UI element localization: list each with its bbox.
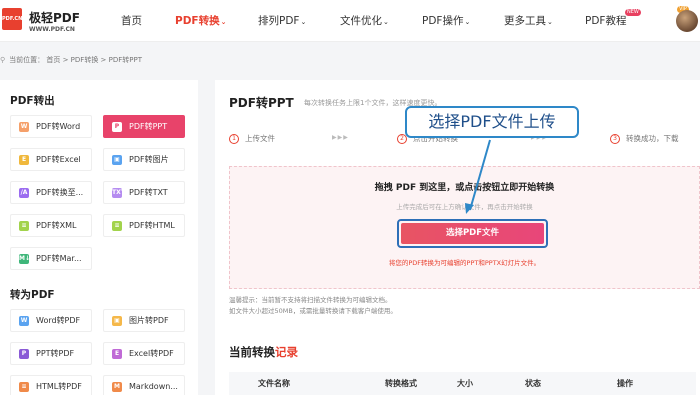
table-header-actions: 操作 [617, 379, 633, 388]
sidebar-item-label: HTML转PDF [36, 382, 82, 391]
file-type-icon: M↓ [19, 253, 30, 264]
table-header-status: 状态 [525, 379, 541, 388]
file-drop-zone[interactable]: 拖拽 PDF 到这里，或点击按钮立即开始转换 上传完成后可在上方确认文件，再点击… [229, 166, 700, 289]
annotation-callout: 选择PDF文件上传 [405, 106, 579, 138]
step-arrows-icon: ▶▶▶ [332, 134, 349, 141]
sidebar-item-label: PDF转Word [36, 122, 81, 131]
sidebar-item[interactable]: E PDF转Excel [10, 148, 92, 171]
logo-icon[interactable]: PDF.CN [2, 8, 22, 30]
logo-url: WWW.PDF.CN [29, 26, 75, 33]
table-header-filename: 文件名称 [258, 379, 290, 388]
logo-name[interactable]: 极轻PDF [29, 9, 80, 26]
choose-pdf-file-label[interactable]: 选择PDF文件 [401, 223, 544, 244]
drop-subtitle: 上传完成后可在上方确认文件，再点击开始转换 [396, 203, 533, 211]
nav-file-optimize[interactable]: 文件优化⌄ [340, 13, 389, 28]
sidebar-item[interactable]: P PPT转PDF [10, 342, 92, 365]
file-type-icon: ≡ [112, 220, 122, 231]
sidebar-item-label: PDF转HTML [129, 221, 175, 230]
chevron-down-icon: ⌄ [547, 18, 553, 26]
file-type-icon: W [19, 315, 29, 326]
drop-note: 将您的PDF转换为可编辑的PPT和PPTX幻灯片文件。 [388, 259, 541, 267]
file-type-icon: TXT [112, 187, 125, 198]
avatar[interactable] [676, 10, 698, 32]
file-type-icon: E [112, 348, 122, 359]
step-download: 3 转换成功，下载 [610, 133, 679, 144]
nav-pdf-convert[interactable]: PDF转换⌄ [175, 13, 226, 28]
sidebar-item[interactable]: ▣ 图片转PDF [103, 309, 185, 332]
sidebar-item[interactable]: W PDF转Word [10, 115, 92, 138]
file-type-icon: ≡ [19, 220, 29, 231]
sidebar-item-label: PDF转Mar... [36, 254, 82, 263]
step-upload: 1 上传文件 [229, 133, 275, 144]
file-type-icon: ▣ [112, 154, 122, 165]
sidebar-item[interactable]: ≡ PDF转XML [10, 214, 92, 237]
file-type-icon: P [19, 348, 29, 359]
records-table-header: 文件名称 转换格式 大小 状态 操作 [229, 372, 696, 395]
sidebar-item[interactable]: M↓ PDF转Mar... [10, 247, 92, 270]
sidebar-section-title: 转为PDF [10, 289, 55, 301]
sidebar-item[interactable]: ≡ PDF转HTML [103, 214, 185, 237]
nav-pdf-tutorial[interactable]: PDF教程 [585, 13, 626, 28]
file-type-icon: E [19, 154, 29, 165]
sidebar-item-label: PDF转PPT [129, 122, 168, 131]
page-title: PDF转PPT [229, 96, 294, 110]
breadcrumb: ⚲ 当前位置： 首页 > PDF转换 > PDF转PPT [0, 56, 142, 64]
file-type-icon: ▣ [112, 315, 122, 326]
sidebar-item[interactable]: ≡ HTML转PDF [10, 375, 92, 395]
sidebar-item[interactable]: W Word转PDF [10, 309, 92, 332]
sidebar-item-label: PDF转Excel [36, 155, 81, 164]
nav-pdf-operations[interactable]: PDF操作⌄ [422, 13, 470, 28]
sidebar-item-label: Excel转PDF [129, 349, 174, 358]
file-type-icon: /A [19, 187, 29, 198]
top-header: PDF.CN 极轻PDF WWW.PDF.CN 首页 PDF转换⌄ 排列PDF⌄… [0, 0, 700, 42]
file-type-icon: W [19, 121, 29, 132]
table-header-size: 大小 [457, 379, 473, 388]
choose-pdf-file-button[interactable]: 选择PDF文件 [397, 219, 548, 248]
sidebar-item[interactable]: TXT PDF转TXT [103, 181, 185, 204]
tip-line: 如文件大小超过50MB，或需批量转换请下载客户端使用。 [229, 307, 397, 315]
nav-arrange-pdf[interactable]: 排列PDF⌄ [258, 13, 306, 28]
tip-line: 温馨提示：当前暂不支持将扫描文件转换为可编辑文档。 [229, 296, 392, 304]
nav-more-tools[interactable]: 更多工具⌄ [504, 13, 553, 28]
sidebar-item[interactable]: ▣ PDF转图片 [103, 148, 185, 171]
new-badge: NEW [625, 9, 641, 16]
file-type-icon: P [112, 121, 122, 132]
location-pin-icon: ⚲ [0, 56, 6, 64]
table-header-format: 转换格式 [385, 379, 417, 388]
sidebar-item[interactable]: E Excel转PDF [103, 342, 185, 365]
sidebar-item-label: PDF转XML [36, 221, 77, 230]
chevron-down-icon: ⌄ [383, 18, 389, 26]
sidebar-item-label: PDF转换至... [36, 188, 84, 197]
sidebar-item-label: PDF转TXT [129, 188, 168, 197]
sidebar-item-label: 图片转PDF [129, 316, 169, 325]
sidebar-item-label: PPT转PDF [36, 349, 75, 358]
sidebar-item[interactable]: P PDF转PPT [103, 115, 185, 138]
sidebar: PDF转出 W PDF转Word P PDF转PPT E PDF转Excel ▣ PDF转图片… [0, 80, 198, 395]
sidebar-item[interactable]: /A PDF转换至... [10, 181, 92, 204]
records-title: 当前转换记录 [229, 345, 298, 359]
chevron-down-icon: ⌄ [464, 18, 471, 26]
chevron-down-icon: ⌄ [220, 18, 227, 26]
sidebar-item-label: Word转PDF [36, 316, 81, 325]
file-type-icon: M [112, 381, 122, 392]
sidebar-item-label: PDF转图片 [129, 155, 169, 164]
sidebar-section-title: PDF转出 [10, 95, 55, 107]
sidebar-item[interactable]: M Markdown... [103, 375, 185, 395]
sidebar-item-label: Markdown... [129, 382, 178, 391]
chevron-down-icon: ⌄ [300, 18, 307, 26]
nav-home[interactable]: 首页 [121, 13, 142, 28]
file-type-icon: ≡ [19, 381, 29, 392]
drop-title: 拖拽 PDF 到这里，或点击按钮立即开始转换 [374, 183, 555, 193]
